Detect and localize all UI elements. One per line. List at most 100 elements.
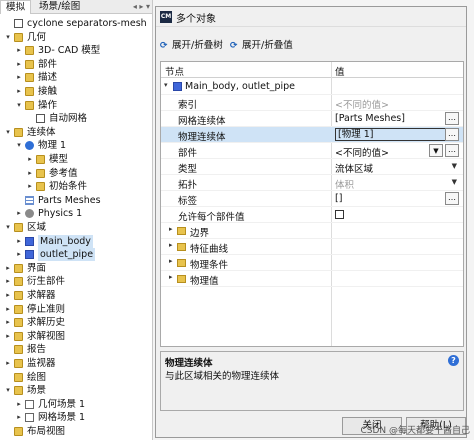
property-value[interactable]: 体积 <box>335 177 354 191</box>
help-icon[interactable]: ? <box>448 355 459 366</box>
collapse-icon[interactable]: ▾ <box>4 31 12 44</box>
expand-icon[interactable]: ▸ <box>26 167 34 180</box>
tree-item[interactable]: ▸ 3D- CAD 模型 <box>0 44 152 57</box>
property-value[interactable]: 流体区域 <box>335 161 373 175</box>
ellipsis-button[interactable]: … <box>445 128 459 141</box>
expand-icon[interactable]: ▸ <box>4 262 12 275</box>
tree-item[interactable]: ▸ 求解历史 <box>0 316 152 329</box>
expand-icon[interactable]: ▸ <box>26 180 34 193</box>
collapse-toggle-icon[interactable]: ▾ <box>164 81 168 89</box>
property-value[interactable]: [] <box>335 193 342 204</box>
expand-icon[interactable]: ▸ <box>15 58 23 71</box>
tree-item[interactable]: ▾ 操作 <box>0 99 152 112</box>
expand-icon[interactable]: ▸ <box>4 275 12 288</box>
expand-icon[interactable]: ▸ <box>15 207 23 220</box>
expand-collapse-values-button[interactable]: ⟳ 展开/折叠值 <box>230 39 293 53</box>
expand-icon[interactable]: ▸ <box>169 241 173 249</box>
allow-per-part-checkbox[interactable] <box>335 210 344 219</box>
tree-item[interactable]: ▸ 初始条件 <box>0 180 152 193</box>
group-row[interactable]: ▸ 物理条件 <box>161 255 463 271</box>
expand-icon[interactable]: ▸ <box>4 303 12 316</box>
tree-item[interactable]: Parts Meshes <box>0 194 152 207</box>
tree-item[interactable]: cyclone separators-mesh <box>0 17 152 30</box>
collapse-icon[interactable]: ▾ <box>15 99 23 112</box>
expand-icon[interactable]: ▸ <box>15 85 23 98</box>
tree-item-label: 接触 <box>38 86 58 97</box>
tree-item[interactable]: ▸ 部件 <box>0 58 152 71</box>
expand-icon[interactable]: ▸ <box>15 248 23 261</box>
simulation-tree-panel: 模拟 场景/绘图 ◂ ▸ ▾ cyclone separators-mesh ▾ 几… <box>0 0 153 440</box>
collapse-icon[interactable]: ▾ <box>4 384 12 397</box>
tree-item[interactable]: ▸ 衍生部件 <box>0 275 152 288</box>
tab-scenes-plots[interactable]: 场景/绘图 <box>34 0 85 14</box>
expand-icon[interactable]: ▸ <box>169 257 173 265</box>
expand-icon[interactable]: ▸ <box>4 357 12 370</box>
property-row[interactable]: 物理连续体 [物理 1]… <box>161 127 463 143</box>
property-row[interactable]: 索引 <不同的值> <box>161 95 463 111</box>
group-row[interactable]: ▸ 物理值 <box>161 271 463 287</box>
property-row[interactable]: 类型 流体区域 ▼ <box>161 159 463 175</box>
ellipsis-button[interactable]: … <box>445 112 459 125</box>
property-row[interactable]: 部件 <不同的值> … ▼ <box>161 143 463 159</box>
tree-item[interactable]: ▸ 描述 <box>0 71 152 84</box>
tree-item[interactable]: 布局视图 <box>0 425 152 438</box>
tree-item[interactable]: ▾ 连续体 <box>0 126 152 139</box>
tree-item[interactable]: ▸ Physics 1 <box>0 207 152 220</box>
tree-item[interactable]: ▸ 几何场景 1 <box>0 398 152 411</box>
tree-item[interactable]: ▸ Main_body <box>0 234 152 248</box>
tree-item[interactable]: ▸ 求解视图 <box>0 330 152 343</box>
tree-item[interactable]: ▾ 场景 <box>0 384 152 397</box>
property-value[interactable]: [Parts Meshes] <box>335 113 405 124</box>
property-value[interactable]: [物理 1] <box>335 128 447 141</box>
property-row[interactable]: 允许每个部件值 <box>161 207 463 223</box>
expand-icon[interactable]: ▸ <box>15 71 23 84</box>
tree-item-label: 部件 <box>38 58 58 70</box>
expand-icon <box>4 343 12 356</box>
property-row[interactable]: 标签[]… <box>161 191 463 207</box>
tree-item[interactable]: ▸ 网格场景 1 <box>0 411 152 424</box>
expand-icon[interactable]: ▸ <box>15 398 23 411</box>
tree-item[interactable]: ▸ 界面 <box>0 262 152 275</box>
expand-icon[interactable]: ▸ <box>4 330 12 343</box>
tree-item[interactable]: ▸ 接触 <box>0 85 152 98</box>
tree-item[interactable]: 自动网格 <box>0 112 152 125</box>
dropdown-arrow-icon[interactable]: ▼ <box>452 162 457 170</box>
collapse-icon[interactable]: ▾ <box>4 221 12 234</box>
folder-icon <box>177 259 186 267</box>
expand-icon[interactable]: ▸ <box>15 44 23 57</box>
property-row[interactable]: 拓扑 体积 ▼ <box>161 175 463 191</box>
tree-item[interactable]: ▸ 参考值 <box>0 167 152 180</box>
expand-icon[interactable]: ▸ <box>15 235 23 248</box>
collapse-icon[interactable]: ▾ <box>15 139 23 152</box>
tree-item[interactable]: ▸ 模型 <box>0 153 152 166</box>
group-row[interactable]: ▸ 特征曲线 <box>161 239 463 255</box>
expand-icon[interactable]: ▸ <box>4 316 12 329</box>
filter-icon[interactable]: ▼ <box>429 144 443 157</box>
ellipsis-button[interactable]: … <box>445 144 459 157</box>
property-value[interactable]: <不同的值> <box>335 97 389 111</box>
tree-item[interactable]: ▾ 几何 <box>0 31 152 44</box>
expand-icon[interactable]: ▸ <box>169 273 173 281</box>
tab-simulation[interactable]: 模拟 <box>0 0 32 14</box>
root-node-row[interactable]: ▾ Main_body, outlet_pipe <box>161 79 463 95</box>
group-row[interactable]: ▸ 边界 <box>161 223 463 239</box>
property-value[interactable]: <不同的值> <box>335 145 389 159</box>
tree-item[interactable]: 绘图 <box>0 371 152 384</box>
panel-options-icon[interactable]: ◂ ▸ ▾ <box>133 2 150 11</box>
tree-item[interactable]: ▾ 区域 <box>0 221 152 234</box>
tree-item[interactable]: ▾ 物理 1 <box>0 139 152 152</box>
expand-icon[interactable]: ▸ <box>15 411 23 424</box>
collapse-icon[interactable]: ▾ <box>4 126 12 139</box>
dropdown-arrow-icon[interactable]: ▼ <box>452 178 457 186</box>
expand-icon[interactable]: ▸ <box>26 153 34 166</box>
tree-item[interactable]: ▸ 求解器 <box>0 289 152 302</box>
expand-icon[interactable]: ▸ <box>169 225 173 233</box>
tree-item[interactable]: 报告 <box>0 343 152 356</box>
tree-item[interactable]: ▸ outlet_pipe <box>0 248 152 262</box>
tree-item[interactable]: ▸ 监视器 <box>0 357 152 370</box>
expand-collapse-tree-button[interactable]: ⟳ 展开/折叠树 <box>160 39 223 53</box>
tree-item[interactable]: ▸ 停止准则 <box>0 303 152 316</box>
ellipsis-button[interactable]: … <box>445 192 459 205</box>
property-row[interactable]: 网格连续体 [Parts Meshes]… <box>161 111 463 127</box>
expand-icon[interactable]: ▸ <box>4 289 12 302</box>
